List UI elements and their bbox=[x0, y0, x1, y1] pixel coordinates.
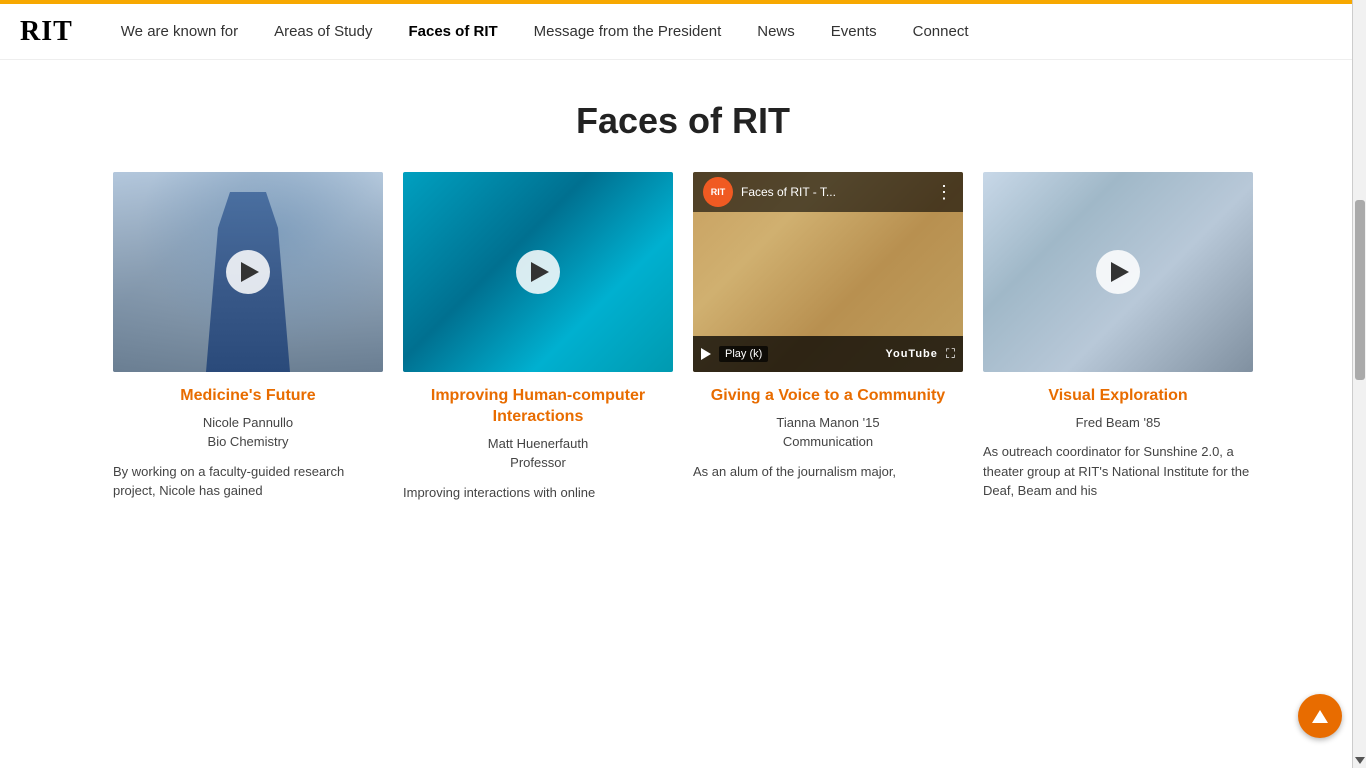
nav-connect[interactable]: Connect bbox=[895, 4, 987, 60]
scrollbar-thumb[interactable] bbox=[1355, 200, 1365, 380]
yt-video-title: Faces of RIT - T... bbox=[741, 185, 927, 199]
yt-play-label[interactable]: Play (k) bbox=[719, 346, 768, 362]
youtube-bottom-bar: Play (k) YouTube ⛶ bbox=[693, 336, 963, 372]
play-icon-1 bbox=[241, 262, 259, 282]
page-title: Faces of RIT bbox=[0, 100, 1366, 142]
scroll-top-arrow-icon bbox=[1312, 710, 1328, 723]
yt-logo-text: YouTube bbox=[885, 348, 937, 360]
yt-channel-logo: RIT bbox=[703, 177, 733, 207]
card-1-title: Medicine's Future bbox=[113, 386, 383, 407]
card-4-description: As outreach coordinator for Sunshine 2.0… bbox=[983, 442, 1253, 501]
nav-events[interactable]: Events bbox=[813, 4, 895, 60]
card-hci: Improving Human-computer Interactions Ma… bbox=[403, 172, 673, 502]
card-4-thumbnail[interactable] bbox=[983, 172, 1253, 372]
nav-message-president[interactable]: Message from the President bbox=[516, 4, 740, 60]
nav-known-for[interactable]: We are known for bbox=[103, 4, 256, 60]
card-2-title: Improving Human-computer Interactions bbox=[403, 386, 673, 428]
card-2-thumbnail[interactable] bbox=[403, 172, 673, 372]
scroll-to-top-button[interactable] bbox=[1298, 694, 1342, 738]
main-nav: We are known for Areas of Study Faces of… bbox=[103, 4, 987, 60]
cards-container: Medicine's Future Nicole Pannullo Bio Ch… bbox=[13, 172, 1353, 542]
card-3-thumbnail[interactable]: RIT Faces of RIT - T... ⋮ Play (k) YouTu… bbox=[693, 172, 963, 372]
yt-more-options[interactable]: ⋮ bbox=[935, 182, 953, 203]
card-4-title: Visual Exploration bbox=[983, 386, 1253, 407]
card-3-person-role: Communication bbox=[693, 432, 963, 452]
play-icon-4 bbox=[1111, 262, 1129, 282]
play-button-1[interactable] bbox=[226, 250, 270, 294]
nav-faces-of-rit[interactable]: Faces of RIT bbox=[390, 4, 515, 60]
scrollbar-down-arrow[interactable] bbox=[1355, 757, 1365, 764]
yt-fullscreen-icon[interactable]: ⛶ bbox=[946, 346, 955, 362]
nav-areas-of-study[interactable]: Areas of Study bbox=[256, 4, 390, 60]
yt-channel-abbr: RIT bbox=[711, 187, 726, 197]
card-4-person-name: Fred Beam '85 bbox=[983, 413, 1253, 433]
play-button-4[interactable] bbox=[1096, 250, 1140, 294]
card-3-description: As an alum of the journalism major, bbox=[693, 462, 963, 482]
card-3-title: Giving a Voice to a Community bbox=[693, 386, 963, 407]
nav-news[interactable]: News bbox=[739, 4, 813, 60]
card-2-description: Improving interactions with online bbox=[403, 483, 673, 503]
card-1-description: By working on a faculty-guided research … bbox=[113, 462, 383, 501]
youtube-top-bar: RIT Faces of RIT - T... ⋮ bbox=[693, 172, 963, 212]
play-button-2[interactable] bbox=[516, 250, 560, 294]
card-1-thumbnail[interactable] bbox=[113, 172, 383, 372]
logo[interactable]: RIT bbox=[20, 16, 73, 48]
card-1-person-name: Nicole Pannullo bbox=[113, 413, 383, 433]
yt-play-icon[interactable] bbox=[701, 348, 711, 360]
scrollbar[interactable] bbox=[1352, 0, 1366, 768]
card-3-person-name: Tianna Manon '15 bbox=[693, 413, 963, 433]
card-medicines-future: Medicine's Future Nicole Pannullo Bio Ch… bbox=[113, 172, 383, 502]
logo-text: RIT bbox=[20, 16, 73, 48]
card-2-person-name: Matt Huenerfauth bbox=[403, 434, 673, 454]
card-visual-exploration: Visual Exploration Fred Beam '85 As outr… bbox=[983, 172, 1253, 502]
card-1-person-role: Bio Chemistry bbox=[113, 432, 383, 452]
card-community: RIT Faces of RIT - T... ⋮ Play (k) YouTu… bbox=[693, 172, 963, 502]
header: RIT We are known for Areas of Study Face… bbox=[0, 4, 1366, 60]
card-2-person-role: Professor bbox=[403, 453, 673, 473]
play-icon-2 bbox=[531, 262, 549, 282]
